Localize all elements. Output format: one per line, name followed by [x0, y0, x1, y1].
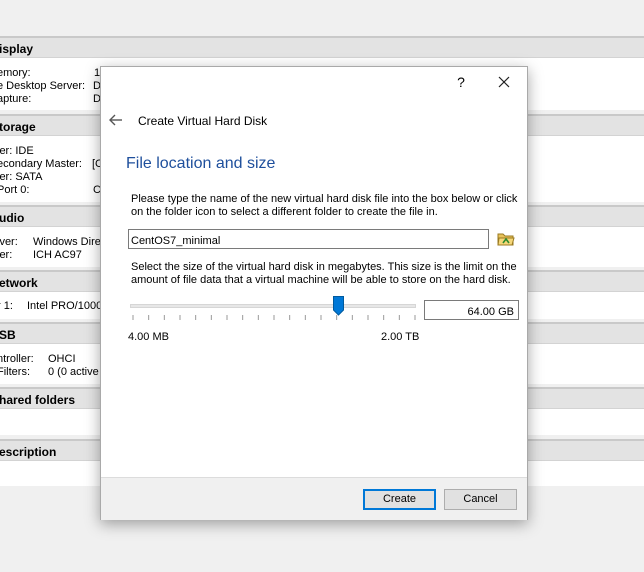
- detail-row: apture: D: [0, 93, 101, 106]
- section-title: udio: [0, 211, 25, 225]
- detail-row: ler: IDE: [0, 145, 100, 158]
- size-min-label: 4.00 MB: [128, 331, 169, 343]
- section-header-display[interactable]: isplay: [0, 36, 644, 58]
- detail-row: ler: ICH AC97: [0, 249, 100, 262]
- detail-label: econdary Master:: [0, 158, 82, 170]
- detail-row: econdary Master: [C: [0, 158, 103, 171]
- detail-label: apture:: [0, 93, 32, 105]
- page-heading: File location and size: [126, 155, 276, 172]
- detail-row: emory: 1: [0, 67, 100, 80]
- close-icon: [498, 76, 510, 88]
- detail-label: Filters:: [0, 366, 30, 378]
- detail-value: OHCI: [48, 353, 76, 365]
- disk-size-input[interactable]: [424, 300, 519, 320]
- detail-label: ler:: [0, 249, 13, 261]
- size-description: Select the size of the virtual hard disk…: [131, 261, 517, 286]
- slider-handle[interactable]: [333, 296, 345, 316]
- detail-label: iver:: [0, 236, 18, 248]
- file-location-input[interactable]: [128, 229, 489, 249]
- create-virtual-hard-disk-dialog: ? Create Virtual Hard Disk File location…: [100, 66, 528, 520]
- detail-row: Filters: 0 (0 active: [0, 366, 100, 379]
- detail-row: r 1: Intel PRO/1000: [0, 300, 100, 313]
- detail-label: r 1:: [0, 300, 13, 312]
- detail-value: Intel PRO/1000: [27, 300, 100, 312]
- detail-label: ler: IDE: [0, 145, 34, 157]
- section-title: SB: [0, 328, 16, 342]
- detail-value: ICH AC97: [33, 249, 82, 261]
- detail-label: ler: SATA: [0, 171, 43, 183]
- close-button[interactable]: [493, 72, 515, 92]
- cancel-button[interactable]: Cancel: [444, 489, 517, 510]
- detail-label: e Desktop Server:: [0, 80, 86, 92]
- detail-value: Windows Direc: [33, 236, 100, 248]
- wizard-title: Create Virtual Hard Disk: [138, 114, 268, 128]
- section-title: torage: [0, 120, 36, 134]
- create-button[interactable]: Create: [363, 489, 436, 510]
- detail-value: 0 (0 active: [48, 366, 99, 378]
- detail-row: Port 0: C: [0, 184, 101, 197]
- section-title: hared folders: [0, 393, 76, 407]
- detail-label: emory:: [0, 67, 31, 79]
- section-title: isplay: [0, 42, 34, 56]
- size-max-label: 2.00 TB: [381, 331, 420, 343]
- slider-ticks: [132, 315, 416, 320]
- detail-row: iver: Windows Direc: [0, 236, 100, 249]
- back-button[interactable]: [107, 111, 125, 129]
- detail-label: ntroller:: [0, 353, 34, 365]
- help-button[interactable]: ?: [451, 72, 471, 92]
- folder-icon: [497, 233, 515, 246]
- section-title: escription: [0, 445, 57, 459]
- detail-row: e Desktop Server: D: [0, 80, 101, 93]
- detail-row: ler: SATA: [0, 171, 100, 184]
- detail-row: ntroller: OHCI: [0, 353, 100, 366]
- detail-label: Port 0:: [0, 184, 30, 196]
- arrow-left-icon: [109, 114, 122, 126]
- dialog-button-bar: Create Cancel: [101, 477, 527, 520]
- section-title: etwork: [0, 276, 38, 290]
- disk-size-slider[interactable]: [128, 295, 420, 321]
- choose-folder-button[interactable]: [496, 230, 516, 248]
- location-description: Please type the name of the new virtual …: [131, 193, 518, 218]
